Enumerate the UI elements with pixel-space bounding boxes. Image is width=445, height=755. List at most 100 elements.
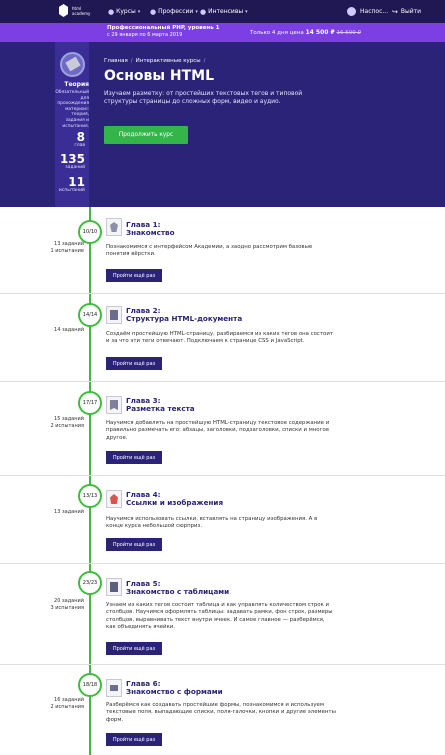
retry-chapter-button[interactable]: Пройти ещё раз [106,733,162,746]
logo-mark-icon [59,4,68,17]
chapter-progress-circle: 23/23 [78,571,102,595]
chapter-icon [106,578,122,596]
chapter-icon [106,679,122,697]
chapter-title[interactable]: Знакомство с таблицами [126,587,229,596]
nav-item-intensives[interactable]: ● Интенсивы ▾ [200,0,248,23]
chapter-description: Познакомимся с интерфейсом Академии, а з… [106,244,313,258]
chevron-down-icon: ▾ [195,8,198,15]
retry-chapter-button[interactable]: Пройти ещё раз [106,538,162,551]
retry-chapter-button[interactable]: Пройти ещё раз [106,357,162,370]
chapter-description: Разберёмся как создавать простейшие форм… [106,702,336,723]
logout-icon: ↪ [392,7,398,16]
promo-old-price: 16 500 ₽ [336,30,361,36]
bullet-icon: ● [150,7,157,16]
breadcrumb-separator: / [130,58,133,64]
promo-price-prefix: Только 4 дня цена [250,30,304,36]
retry-chapter-button[interactable]: Пройти ещё раз [106,642,162,655]
chapter-title[interactable]: Разметка текста [126,404,195,413]
stat-tests-label: испытаний [58,188,85,193]
stat-chapters-number: 8 [76,130,85,144]
chapter-icon [106,306,122,324]
nav-item-courses[interactable]: ● Курсы ▾ [108,0,140,23]
chapter-tests: 3 испытания [50,604,85,611]
chapter-2: 14/14 14 заданий Глава 2: Структура HTML… [0,294,445,382]
chapter-5: 23/23 20 заданий 3 испытания Глава 5: Зна… [0,564,445,665]
chapter-tests: 2 испытания [50,703,85,710]
chapter-icon-shape [110,222,118,232]
top-navigation-bar: html academy ● Курсы ▾ ● Профессии ▾ ● И… [0,0,445,23]
chapter-tests: 1 испытание [50,247,84,254]
chapter-tasks: 14 заданий [54,327,84,333]
chapter-description: Узнаем из каких тегов состоит таблица и … [106,602,333,631]
chapter-progress-circle: 13/13 [78,484,102,508]
chapter-title[interactable]: Знакомство с формами [126,687,223,696]
chapter-tasks-count: 14 заданий [34,327,84,334]
logout-label: Выйти [400,8,422,15]
theory-panel: Теория Обязательный для прохождения мате… [55,42,89,207]
chapter-tasks-count: 13 заданий 1 испытание [34,241,84,254]
avatar [347,7,356,16]
chapter-tasks-count: 16 заданий 2 испытания [34,697,85,710]
chapter-icon-shape [110,685,118,691]
theory-title: Теория [64,81,89,88]
retry-chapter-button[interactable]: Пройти ещё раз [106,451,162,464]
chapter-icon [106,396,122,414]
nav-item-professions[interactable]: ● Профессии ▾ [150,0,198,23]
chevron-down-icon: ▾ [137,8,141,15]
chevron-down-icon: ▾ [245,8,248,15]
promo-title: Профессиональный PHP, уровень 1 [107,25,220,31]
promo-date: с 29 января по 6 марта 2019 [107,32,183,38]
chapter-progress-circle: 18/18 [78,673,102,697]
promo-banner[interactable]: Профессиональный PHP, уровень 1 с 29 янв… [0,23,445,42]
user-name: Наспос... [360,8,389,15]
stat-tests-number: 11 [68,175,85,189]
chapter-description: Научимся добавлять на простейшую HTML-ст… [106,420,330,441]
logo-text: html academy [72,5,91,16]
chapter-icon-shape [110,400,118,410]
breadcrumb-separator: / [203,58,206,64]
stat-tasks-number: 135 [59,152,85,166]
chapter-tasks-count: 15 заданий 2 испытания [34,416,85,429]
chapter-description: Создаём простейшую HTML-страницу, разбир… [106,331,333,345]
breadcrumb-home[interactable]: Главная [104,58,128,64]
course-description: Изучаем разметку: от простейших текстовы… [104,90,303,105]
chapter-1: 10/10 13 заданий 1 испытание Глава 1: Зна… [0,207,445,294]
chapter-icon-shape [110,310,118,320]
promo-price-value: 14 500 ₽ [305,29,335,36]
retry-chapter-button[interactable]: Пройти ещё раз [106,269,162,282]
stat-tasks-label: заданий [65,165,85,170]
theory-description: Обязательный для прохождения материал: т… [55,90,89,129]
stat-chapters-label: глав [74,143,85,148]
logout-link[interactable]: ↪ Выйти [392,0,421,23]
chapter-icon [106,218,122,236]
breadcrumb: Главная / Интерактивные курсы / [104,58,209,64]
chapter-icon-shape [110,494,118,504]
chapter-tasks-count: 13 заданий [34,509,84,516]
logo[interactable]: html academy [59,4,94,17]
chapter-tasks-count: 20 заданий 3 испытания [34,598,85,611]
page-title: Основы HTML [104,68,215,84]
nav-label: Профессии [158,8,194,15]
continue-course-button[interactable]: Продолжить курс [104,126,188,144]
chapter-icon-shape [110,582,118,592]
chapter-progress-circle: 14/14 [78,303,102,327]
chapter-progress-circle: 17/17 [78,391,102,415]
chapter-description: Научимся использовать ссылки, вставлять … [106,516,318,530]
chapter-4: 13/13 13 заданий Глава 4: Ссылки и изобр… [0,476,445,564]
theory-icon [60,52,85,77]
breadcrumb-courses[interactable]: Интерактивные курсы [136,58,201,64]
chapter-icon [106,490,122,508]
nav-label: Интенсивы [208,8,244,15]
chapter-6: 18/18 16 заданий 2 испытания Глава 6: Зна… [0,665,445,755]
chapter-tasks: 13 заданий [54,509,84,515]
bullet-icon: ● [200,7,207,16]
chapter-3: 17/17 15 заданий 2 испытания Глава 3: Раз… [0,382,445,476]
user-menu[interactable]: Наспос... [347,0,388,23]
chapter-title[interactable]: Структура HTML-документа [126,314,242,323]
chapter-tests: 2 испытания [50,422,85,429]
nav-label: Курсы [116,8,136,15]
chapter-title[interactable]: Знакомство [126,228,175,237]
promo-price: Только 4 дня цена 14 500 ₽ 16 500 ₽ [250,29,361,36]
chapter-title[interactable]: Ссылки и изображения [126,498,223,507]
bullet-icon: ● [108,7,115,16]
